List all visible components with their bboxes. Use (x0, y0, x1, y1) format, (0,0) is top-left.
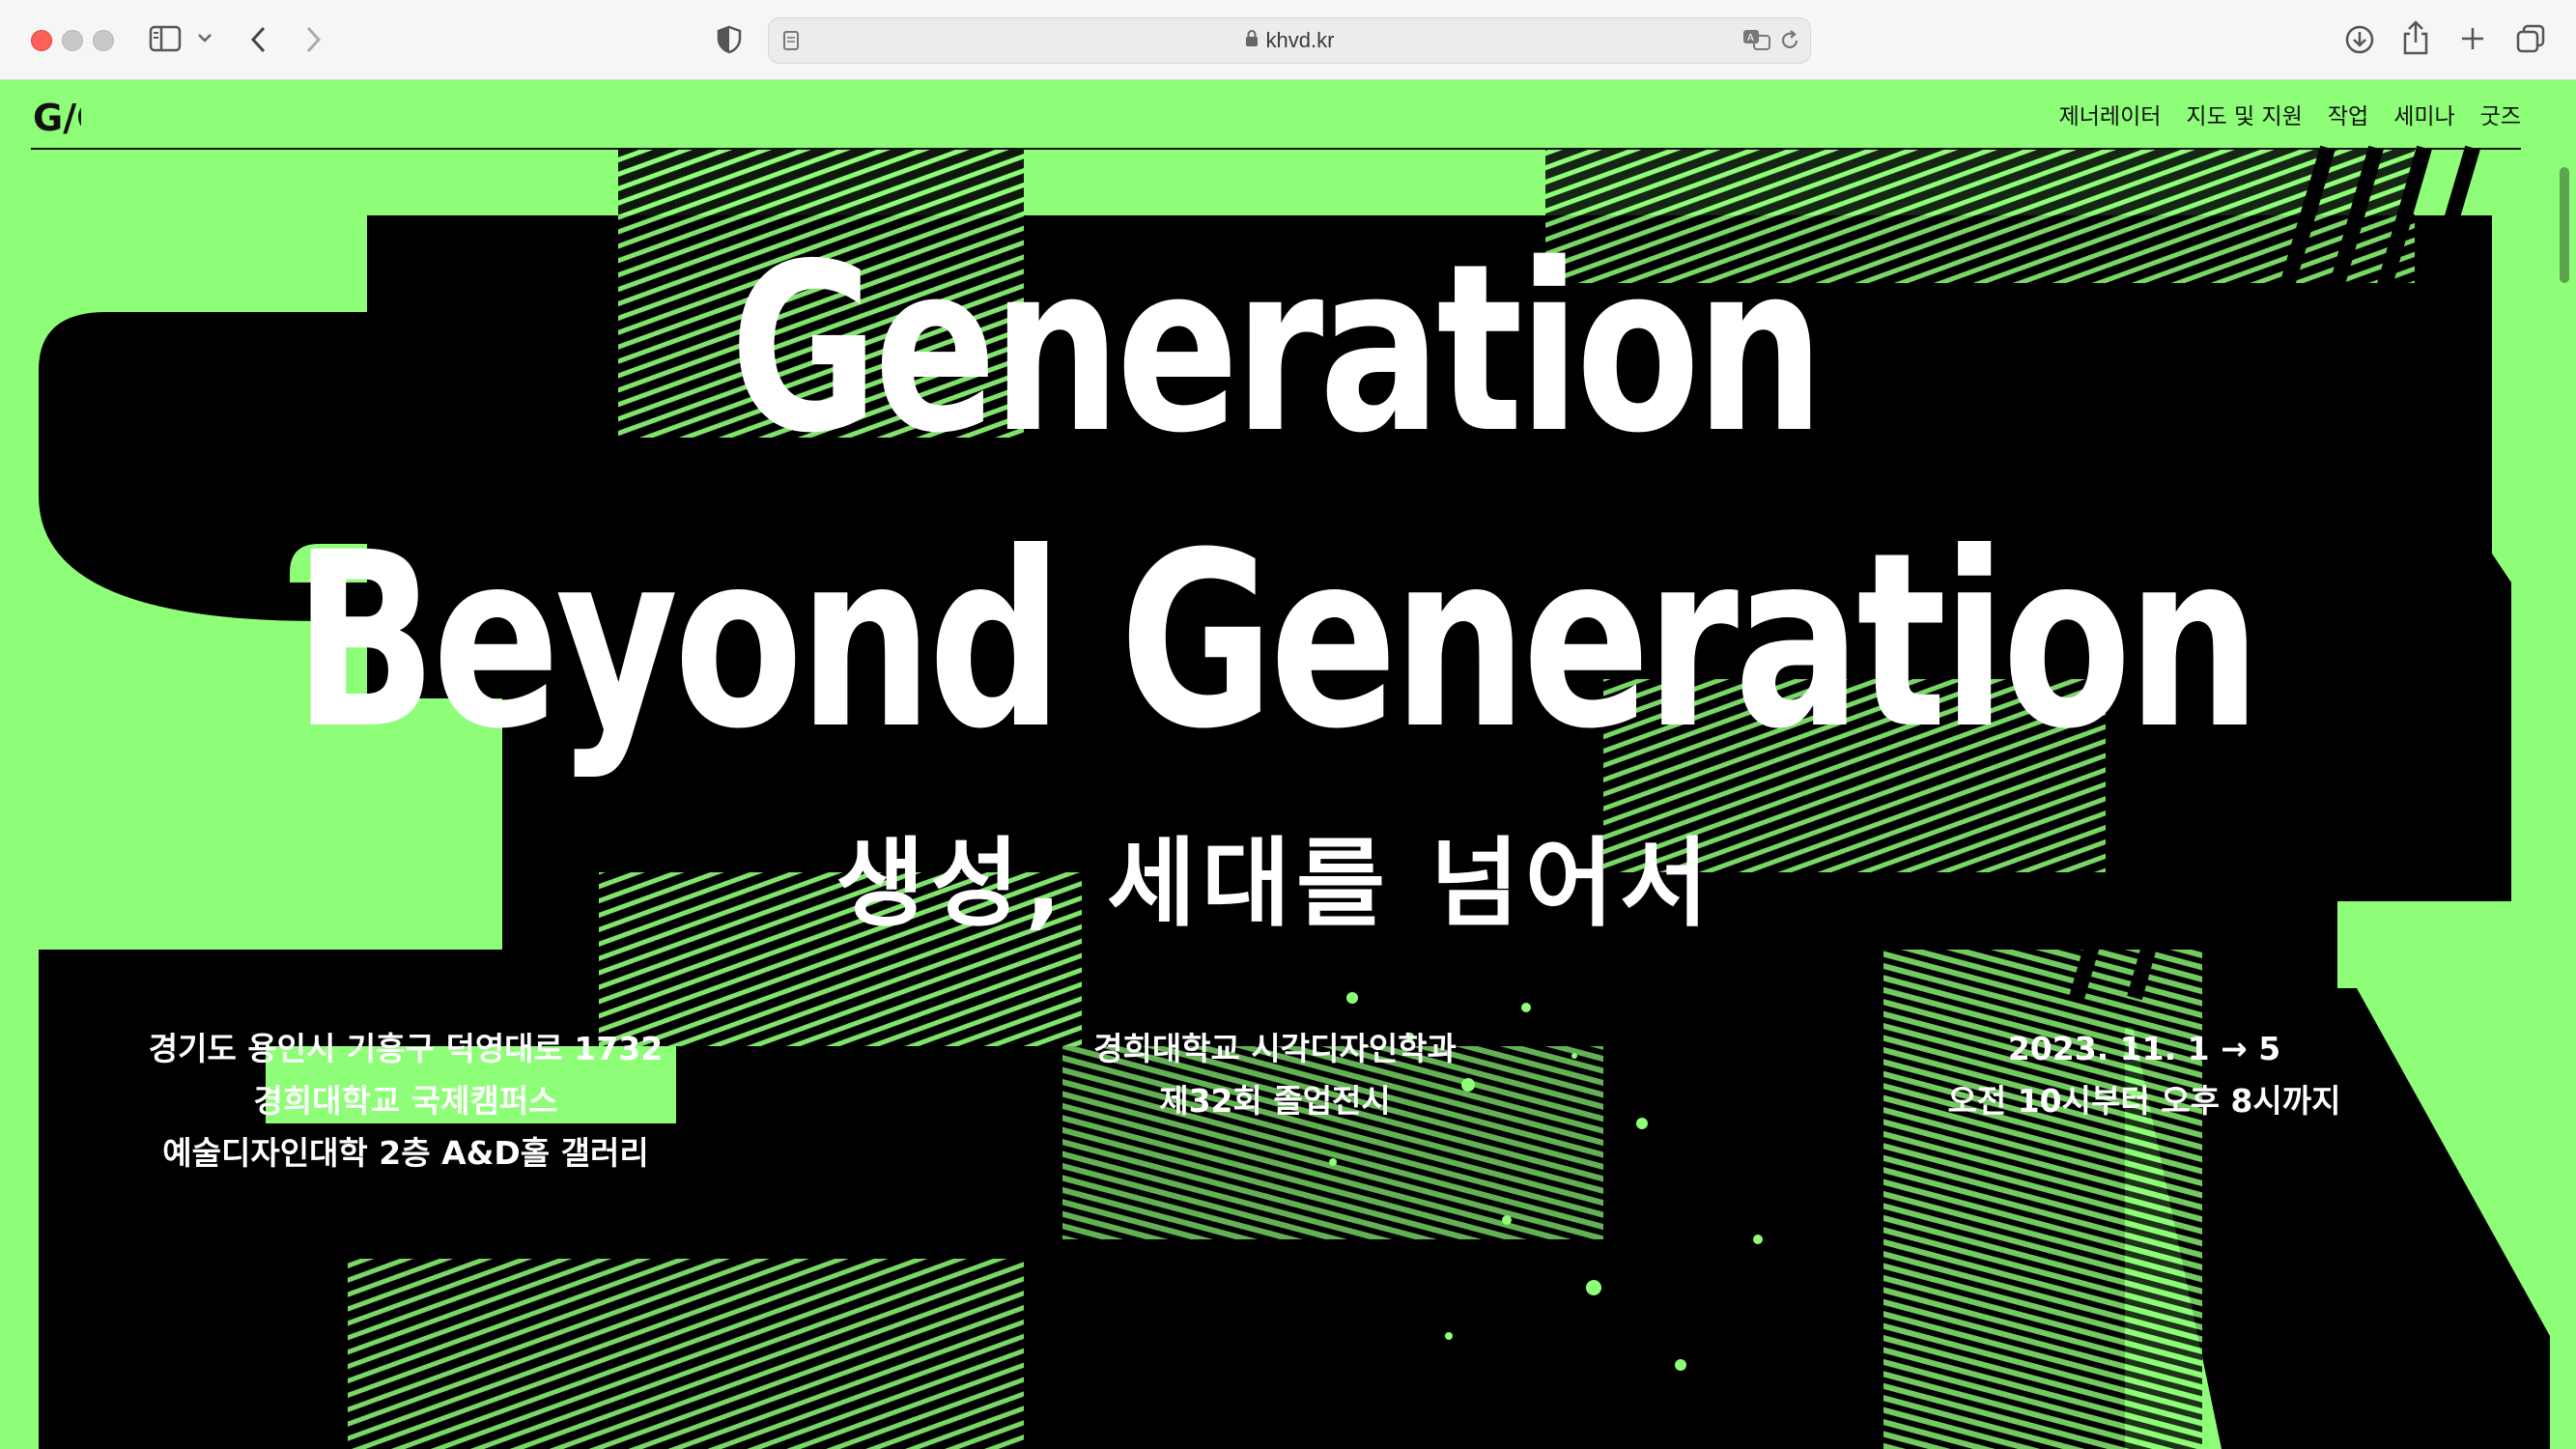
nav-goods[interactable]: 굿즈 (2480, 98, 2521, 130)
location-line: 예술디자인대학 2층 A&D홀 갤러리 (162, 1134, 649, 1172)
reload-icon[interactable] (1779, 29, 1800, 52)
translate-icon[interactable]: A (1742, 28, 1771, 51)
hero-title-line2: Beyond Generation (293, 500, 2261, 781)
nav-works[interactable]: 작업 (2328, 98, 2368, 130)
close-window-button[interactable] (31, 30, 52, 51)
hero-title-line1: Generation (729, 213, 1825, 484)
location-line: 경기도 용인시 기흥구 덕영대로 1732 (148, 1030, 664, 1067)
url-text: khvd.kr (1265, 28, 1335, 52)
nav-generator[interactable]: 제너레이터 (2059, 98, 2162, 130)
address-bar[interactable]: khvd.kr A (768, 17, 1811, 64)
sidebar-icon[interactable] (149, 25, 182, 52)
nav-map-support[interactable]: 지도 및 지원 (2186, 98, 2302, 130)
maximize-window-button[interactable] (93, 30, 114, 51)
schedule-info: 2023. 11. 1 → 5 오전 10시부터 오후 8시까지 (1893, 1023, 2395, 1127)
back-icon[interactable] (249, 25, 269, 54)
browser-window: khvd.kr A G/ 제너레이터 지도 및 지원 작업 세미나 굿즈 Gen… (0, 0, 2576, 1449)
nav-seminar[interactable]: 세미나 (2393, 98, 2454, 130)
tabs-overview-icon[interactable] (2515, 23, 2546, 54)
site-nav: 제너레이터 지도 및 지원 작업 세미나 굿즈 (2059, 98, 2521, 130)
site-logo[interactable]: G/G (31, 92, 106, 139)
site-header: G/G 제너레이터 지도 및 지원 작업 세미나 굿즈 (31, 80, 2521, 150)
event-info: 경희대학교 시각디자인학과 제32회 졸업전시 (1033, 1023, 1516, 1127)
chevron-down-icon[interactable] (197, 32, 212, 43)
hero-subtitle: 생성, 세대를 넘어서 (835, 827, 1714, 940)
download-icon[interactable] (2343, 23, 2376, 56)
share-icon[interactable] (2401, 19, 2430, 56)
minimize-window-button[interactable] (62, 30, 83, 51)
schedule-line: 2023. 11. 1 → 5 (2007, 1030, 2281, 1067)
new-tab-icon[interactable] (2459, 25, 2486, 52)
url-display: khvd.kr (769, 18, 1810, 63)
event-line: 제32회 졸업전시 (1159, 1082, 1391, 1120)
lock-icon (1245, 28, 1259, 53)
location-line: 경희대학교 국제캠퍼스 (253, 1082, 558, 1120)
shield-icon[interactable] (717, 25, 742, 54)
page-scrollbar[interactable] (2560, 167, 2569, 283)
svg-text:A: A (1747, 33, 1754, 43)
browser-toolbar: khvd.kr A (0, 0, 2576, 80)
schedule-line: 오전 10시부터 오후 8시까지 (1947, 1082, 2341, 1120)
event-line: 경희대학교 시각디자인학과 (1093, 1030, 1457, 1067)
location-info: 경기도 용인시 기흥구 덕영대로 1732 경희대학교 국제캠퍼스 예술디자인대… (135, 1023, 676, 1179)
logo-text: G/G (33, 97, 81, 136)
web-page: G/G 제너레이터 지도 및 지원 작업 세미나 굿즈 Generation B… (0, 80, 2576, 1449)
forward-icon[interactable] (303, 25, 323, 54)
